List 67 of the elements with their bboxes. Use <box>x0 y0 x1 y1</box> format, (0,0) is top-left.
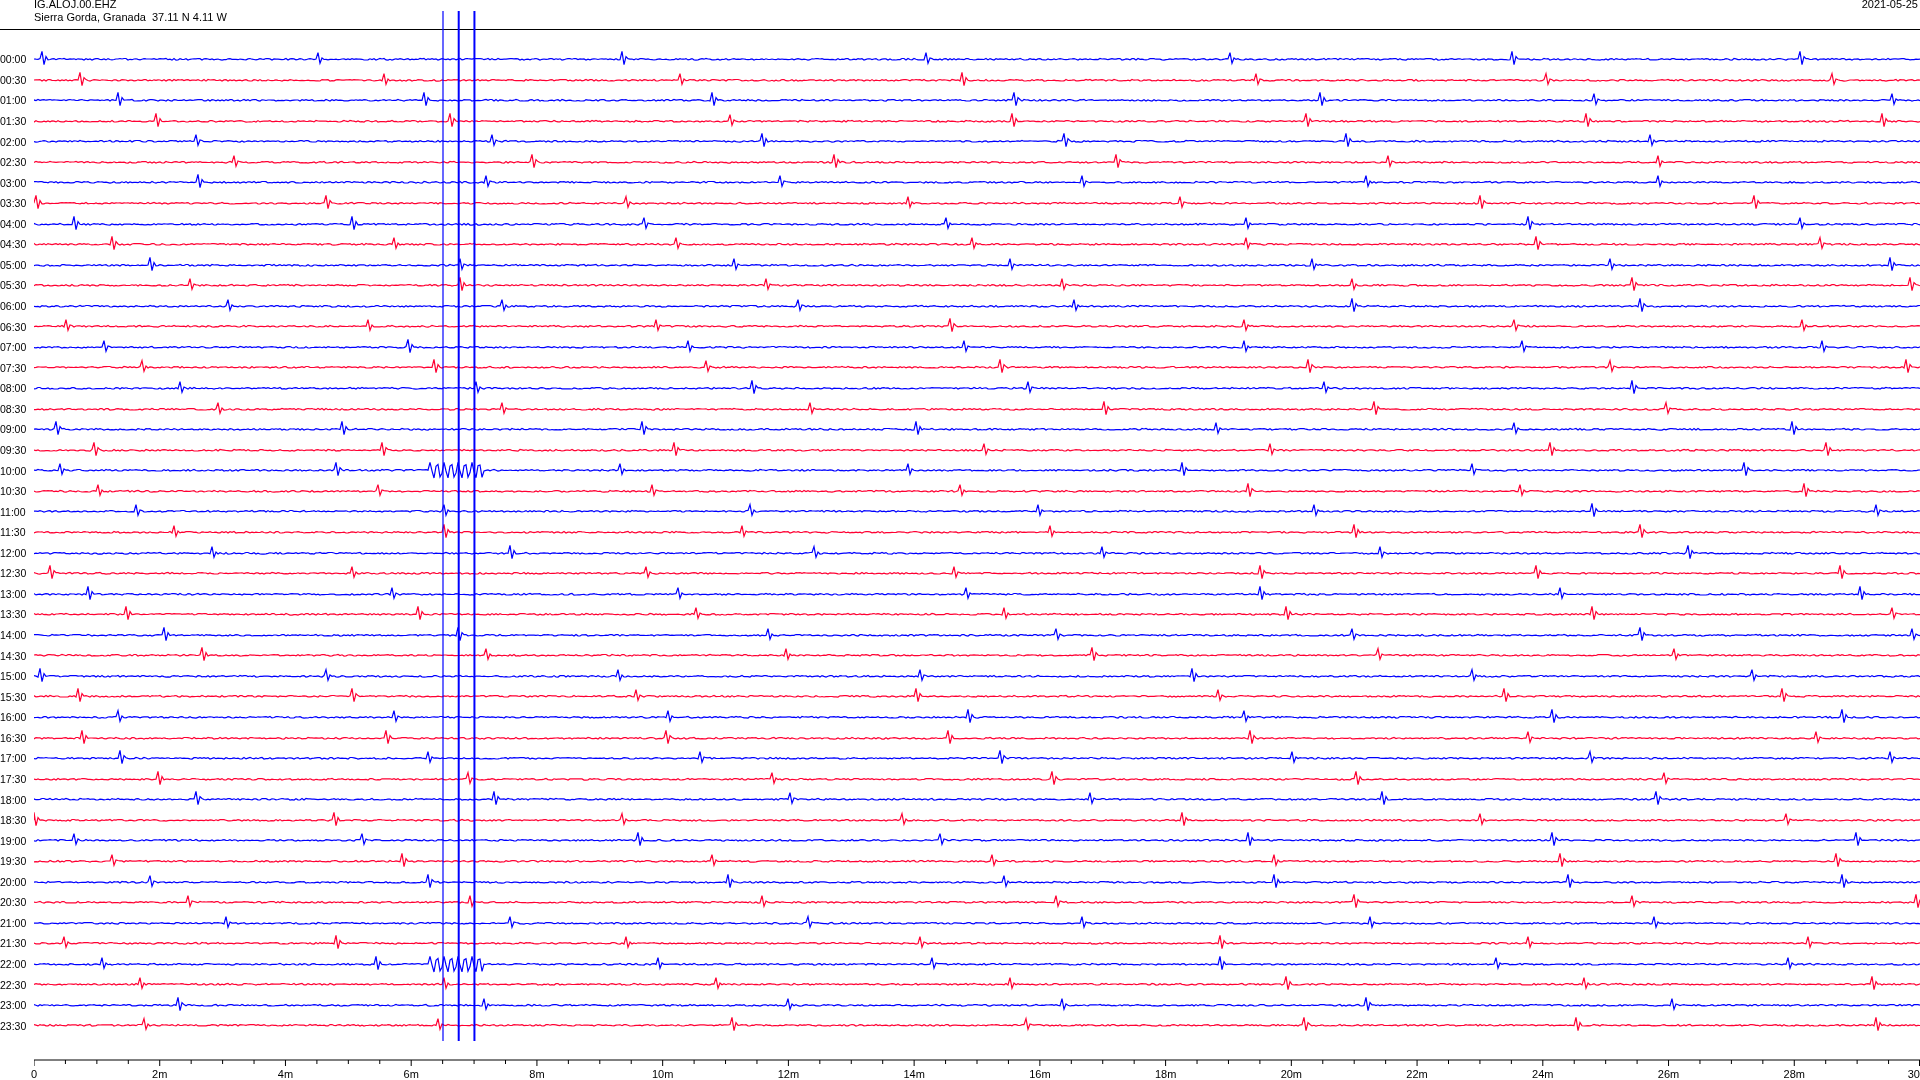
time-label: 10:30 <box>0 485 28 498</box>
tick-label: 4m <box>277 1068 294 1080</box>
time-label: 17:30 <box>0 772 28 785</box>
station-location: Sierra Gorda, Granada 37.11 N 4.11 W <box>34 11 227 24</box>
time-label: 11:00 <box>0 505 27 518</box>
time-label: 09:00 <box>0 423 28 436</box>
time-label: 21:30 <box>0 937 28 950</box>
time-label: 23:00 <box>0 999 28 1012</box>
time-label: 07:00 <box>0 341 28 354</box>
time-label: 22:00 <box>0 958 28 971</box>
time-label: 01:30 <box>0 114 28 127</box>
time-label: 05:00 <box>0 258 28 271</box>
tick-label: 24m <box>1532 1068 1554 1080</box>
tick-label: 10m <box>651 1068 674 1080</box>
time-label: 01:00 <box>0 94 28 107</box>
time-label: 14:30 <box>0 649 28 662</box>
record-date: 2021-05-25 <box>1861 0 1919 11</box>
time-label: 20:30 <box>0 896 28 909</box>
time-label: 16:30 <box>0 731 28 744</box>
tick-label: 22m <box>1406 1068 1428 1080</box>
time-label: 05:30 <box>0 279 28 292</box>
time-label: 12:00 <box>0 546 28 559</box>
time-label: 02:30 <box>0 156 28 169</box>
tick-label: 28m <box>1783 1068 1805 1080</box>
time-label: 07:30 <box>0 361 28 374</box>
time-label: 18:00 <box>0 793 28 806</box>
time-label: 19:30 <box>0 855 28 868</box>
tick-label: 6m <box>403 1068 419 1080</box>
time-label: 15:00 <box>0 670 28 683</box>
tick-label: 14m <box>903 1068 925 1080</box>
time-label: 13:00 <box>0 587 28 600</box>
time-label: 23:30 <box>0 1019 28 1032</box>
time-label: 04:00 <box>0 217 28 230</box>
time-label: 19:00 <box>0 834 28 847</box>
tick-label: 12m <box>777 1068 800 1080</box>
time-label: 17:00 <box>0 752 28 765</box>
tick-label: 26m <box>1657 1068 1680 1080</box>
tick-label: 20m <box>1280 1068 1303 1080</box>
time-label: 06:30 <box>0 320 28 333</box>
tick-label: 2m <box>152 1068 168 1080</box>
time-label: 13:30 <box>0 608 28 621</box>
time-label: 00:30 <box>0 73 28 86</box>
time-label: 22:30 <box>0 978 28 991</box>
time-label: 10:00 <box>0 464 28 477</box>
tick-label: 18m <box>1154 1068 1177 1080</box>
time-label: 00:00 <box>0 53 28 66</box>
time-label: 02:00 <box>0 135 28 148</box>
time-label: 16:00 <box>0 711 28 724</box>
time-label: 15:30 <box>0 690 28 703</box>
time-label: 20:00 <box>0 875 28 888</box>
time-label: 03:30 <box>0 197 28 210</box>
tick-label: 30 <box>1907 1068 1920 1080</box>
time-label: 09:30 <box>0 443 28 456</box>
time-label: 21:00 <box>0 916 28 929</box>
time-label: 18:30 <box>0 814 28 827</box>
tick-label: 8m <box>529 1068 545 1080</box>
time-label: 08:30 <box>0 402 28 415</box>
time-label: 04:30 <box>0 238 28 251</box>
time-label: 14:00 <box>0 629 28 642</box>
time-label: 11:30 <box>0 526 27 539</box>
tick-label: 16m <box>1029 1068 1051 1080</box>
time-label: 12:30 <box>0 567 28 580</box>
tick-label: 0 <box>30 1068 38 1080</box>
time-label: 03:00 <box>0 176 28 189</box>
station-code: IG.ALOJ.00.EHZ <box>34 0 118 11</box>
time-label: 06:00 <box>0 300 28 313</box>
time-label: 08:00 <box>0 382 28 395</box>
